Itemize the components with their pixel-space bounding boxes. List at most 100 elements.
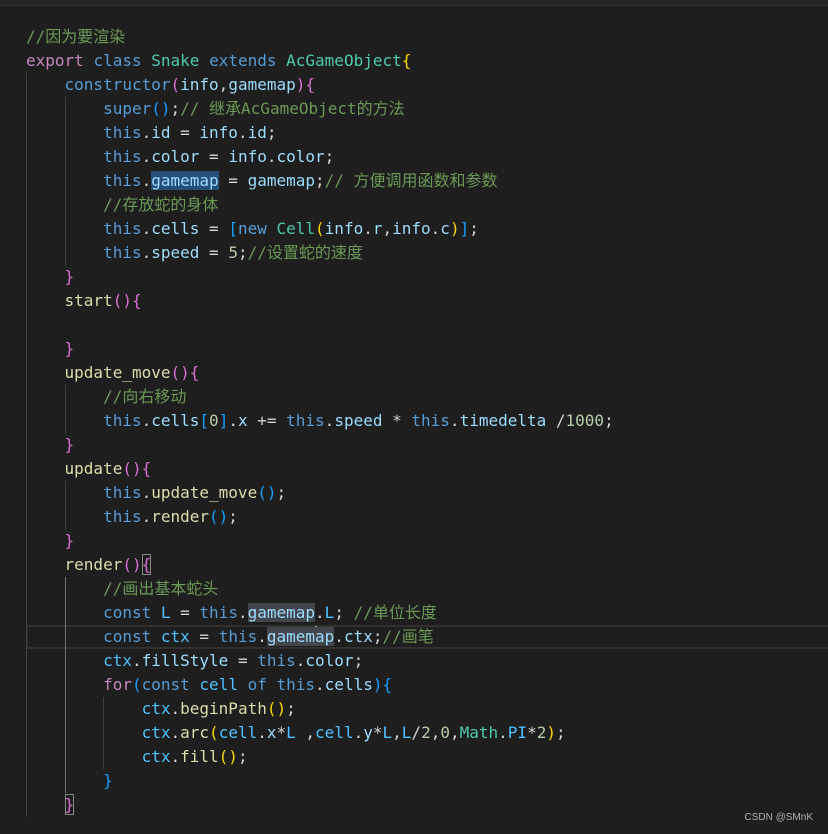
keyword-token: const: [103, 603, 152, 622]
code-line[interactable]: //画出基本蛇头: [26, 577, 828, 601]
bracket-token: [: [199, 411, 210, 430]
indent-guide: [26, 265, 27, 289]
code-line[interactable]: ctx.fillStyle = this.color;: [26, 649, 828, 673]
code-line[interactable]: ctx.fill();: [26, 745, 828, 769]
code-line[interactable]: //存放蛇的身体: [26, 193, 828, 217]
variable-token: info: [392, 219, 431, 238]
constant-token: cell: [199, 675, 238, 694]
constant-token: ctx: [141, 747, 171, 766]
code-line[interactable]: }: [26, 265, 828, 289]
function-name-token: update: [64, 459, 123, 478]
punctuation-token: .: [141, 507, 152, 526]
function-name-token: render: [151, 507, 210, 526]
punctuation-token: =: [170, 123, 200, 142]
keyword-token: this: [103, 483, 142, 502]
code-line[interactable]: }: [26, 529, 828, 553]
code-line[interactable]: constructor(info,gamemap){: [26, 73, 828, 97]
code-line[interactable]: }: [26, 337, 828, 361]
punctuation-token: .: [170, 699, 181, 718]
constant-token: cell: [315, 723, 354, 742]
code-line[interactable]: [26, 313, 828, 337]
code-line[interactable]: const L = this.gamemap.L; //单位长度: [26, 601, 828, 625]
number-token: 2: [536, 723, 547, 742]
punctuation-token: ;: [334, 603, 354, 622]
bracket-token: {: [131, 291, 142, 310]
punctuation-token: .: [315, 603, 325, 622]
class-name-token: AcGameObject: [286, 51, 402, 70]
code-line[interactable]: this.cells = [new Cell(info.r,info.c)];: [26, 217, 828, 241]
code-line[interactable]: this.speed = 5;//设置蛇的速度: [26, 241, 828, 265]
code-line[interactable]: super();// 继承AcGameObject的方法: [26, 97, 828, 121]
punctuation-token: ;: [469, 219, 479, 238]
punctuation-token: .: [141, 219, 152, 238]
class-name-token: Snake: [151, 51, 200, 70]
variable-token: cells: [151, 411, 200, 430]
indent-guide: [26, 385, 27, 409]
code-line[interactable]: update(){: [26, 457, 828, 481]
constant-token: ctx: [141, 699, 171, 718]
variable-token: color: [305, 651, 354, 670]
bracket-token: (): [170, 363, 190, 382]
code-line[interactable]: //向右移动: [26, 385, 828, 409]
function-name-token: fill: [180, 747, 219, 766]
code-line[interactable]: render(){: [26, 553, 828, 577]
variable-token: color: [151, 147, 200, 166]
bracket-token: ]: [459, 219, 470, 238]
code-line[interactable]: //因为要渲染: [26, 25, 828, 49]
code-editor[interactable]: //因为要渲染 export class Snake extends AcGame…: [26, 25, 828, 817]
bracket-token: }: [64, 531, 75, 550]
code-line[interactable]: ctx.beginPath();: [26, 697, 828, 721]
punctuation-token: ,: [449, 723, 460, 742]
bracket-token: }: [64, 339, 75, 358]
bracket-token: (): [266, 699, 287, 718]
code-line[interactable]: for(const cell of this.cells){: [26, 673, 828, 697]
bracket-token: ): [546, 723, 556, 742]
variable-token: speed: [334, 411, 383, 430]
code-line[interactable]: this.color = info.color;: [26, 145, 828, 169]
code-line[interactable]: this.update_move();: [26, 481, 828, 505]
punctuation-token: =: [199, 219, 229, 238]
code-line[interactable]: this.id = info.id;: [26, 121, 828, 145]
punctuation-token: .: [170, 747, 181, 766]
code-line[interactable]: this.gamemap = gamemap;// 方便调用函数和参数: [26, 169, 828, 193]
punctuation-token: .: [228, 411, 238, 430]
indent-guide: [64, 121, 66, 145]
code-line[interactable]: export class Snake extends AcGameObject{: [26, 49, 828, 73]
punctuation-token: ,: [382, 219, 393, 238]
code-line[interactable]: }: [26, 793, 828, 817]
keyword-token: this: [286, 411, 325, 430]
variable-token: info: [324, 219, 364, 238]
indent-guide: [64, 745, 66, 769]
code-line[interactable]: start(){: [26, 289, 828, 313]
constant-token: PI: [507, 723, 528, 742]
keyword-token: this: [103, 147, 142, 166]
punctuation-token: /: [411, 723, 422, 742]
punctuation-token: *: [276, 723, 287, 742]
current-code-line[interactable]: const ctx = this.gamemap.ctx;//画笔: [26, 625, 828, 649]
code-line[interactable]: }: [26, 433, 828, 457]
indent-guide: [26, 241, 27, 265]
indent-guide: [26, 649, 27, 673]
variable-token: speed: [151, 243, 200, 262]
indent-guide: [103, 697, 105, 721]
code-line[interactable]: this.cells[0].x += this.speed * this.tim…: [26, 409, 828, 433]
class-name-token: Cell: [276, 219, 316, 238]
punctuation-token: [151, 627, 161, 646]
code-line[interactable]: ctx.arc(cell.x*L ,cell.y*L,L/2,0,Math.PI…: [26, 721, 828, 745]
punctuation-token: ,: [430, 723, 441, 742]
keyword-token: this: [103, 123, 142, 142]
code-line[interactable]: update_move(){: [26, 361, 828, 385]
indent-guide: [26, 121, 27, 145]
punctuation-token: .: [353, 723, 364, 742]
punctuation-token: [190, 675, 200, 694]
code-line[interactable]: }: [26, 769, 828, 793]
code-line[interactable]: this.render();: [26, 505, 828, 529]
number-token: 5: [228, 243, 238, 262]
bracket-token: (: [209, 723, 219, 742]
matched-bracket: }: [64, 795, 75, 814]
